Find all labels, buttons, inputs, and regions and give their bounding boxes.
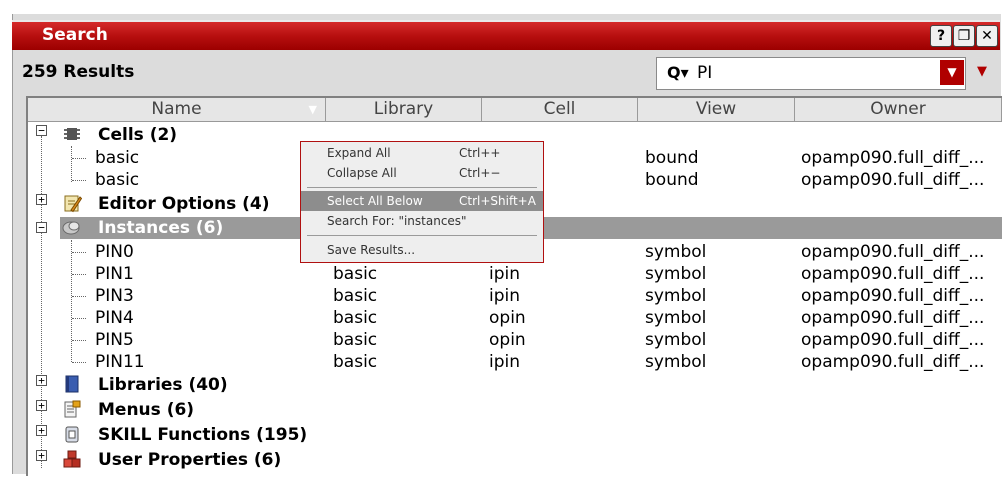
column-header-library[interactable]: Library: [326, 98, 482, 121]
menu-item-search-for[interactable]: Search For: "instances": [301, 211, 543, 231]
collapse-toggle[interactable]: −: [36, 222, 47, 233]
group-label: Menus (6): [98, 400, 195, 420]
close-button[interactable]: ✕: [976, 25, 998, 47]
window-title: Search: [42, 25, 108, 45]
search-value[interactable]: PI: [697, 63, 712, 83]
tree-group-menus[interactable]: + Menus (6): [28, 399, 1002, 421]
expand-toggle[interactable]: +: [36, 375, 47, 386]
search-icon[interactable]: Q▾: [667, 63, 689, 82]
menu-item-select-all-below[interactable]: Select All Below Ctrl+Shift+A: [301, 191, 543, 211]
menu-item-expand-all[interactable]: Expand All Ctrl++: [301, 143, 543, 163]
restore-button[interactable]: ❐: [953, 25, 975, 47]
column-header-name[interactable]: Name ▼: [28, 98, 326, 121]
menu-separator: [307, 235, 537, 236]
group-label: Libraries (40): [98, 375, 228, 395]
results-count: 259 Results: [22, 62, 135, 82]
tree-group-user-properties[interactable]: + User Properties (6): [28, 449, 1002, 471]
search-options-dropdown[interactable]: ▼: [977, 64, 987, 79]
table-row[interactable]: PIN3 basic ipin symbol opamp090.full_dif…: [28, 285, 1002, 307]
menu-item-save-results[interactable]: Save Results...: [301, 240, 543, 260]
skill-function-icon: [65, 426, 79, 443]
table-row[interactable]: PIN4 basic opin symbol opamp090.full_dif…: [28, 307, 1002, 329]
group-label: Cells (2): [98, 125, 178, 145]
menu-separator: [307, 187, 537, 188]
group-label: SKILL Functions (195): [98, 425, 308, 445]
title-bar: Search ? ❐ ✕: [12, 20, 1000, 50]
search-input[interactable]: Q▾ PI ▼: [656, 57, 966, 90]
expand-toggle[interactable]: +: [36, 194, 47, 205]
notepad-pencil-icon: [64, 195, 82, 213]
column-header-cell[interactable]: Cell: [482, 98, 638, 121]
context-menu: Expand All Ctrl++ Collapse All Ctrl+− Se…: [300, 141, 544, 263]
book-icon: [65, 375, 79, 393]
instances-icon: [62, 221, 80, 235]
sort-arrow-icon[interactable]: ▼: [309, 98, 317, 121]
collapse-toggle[interactable]: −: [36, 125, 47, 136]
menu-icon: [64, 400, 81, 418]
column-header-view[interactable]: View: [638, 98, 795, 121]
table-row[interactable]: PIN1 basic ipin symbol opamp090.full_dif…: [28, 263, 1002, 285]
expand-toggle[interactable]: +: [36, 400, 47, 411]
table-row[interactable]: PIN5 basic opin symbol opamp090.full_dif…: [28, 329, 1002, 351]
menu-item-collapse-all[interactable]: Collapse All Ctrl+−: [301, 163, 543, 183]
table-row[interactable]: PIN11 basic ipin symbol opamp090.full_di…: [28, 351, 1002, 373]
chip-icon: [64, 128, 80, 140]
group-label: Instances (6): [98, 218, 224, 238]
expand-toggle[interactable]: +: [36, 450, 47, 461]
group-label: User Properties (6): [98, 450, 282, 470]
user-properties-icon: [63, 450, 81, 468]
table-header: Name ▼ Library Cell View Owner: [28, 98, 1002, 122]
tree-group-skill-functions[interactable]: + SKILL Functions (195): [28, 424, 1002, 446]
search-history-dropdown[interactable]: ▼: [940, 60, 964, 85]
tree-group-libraries[interactable]: + Libraries (40): [28, 374, 1002, 396]
expand-toggle[interactable]: +: [36, 425, 47, 436]
group-label: Editor Options (4): [98, 194, 270, 214]
help-button[interactable]: ?: [930, 25, 952, 47]
column-header-owner[interactable]: Owner: [795, 98, 1002, 121]
